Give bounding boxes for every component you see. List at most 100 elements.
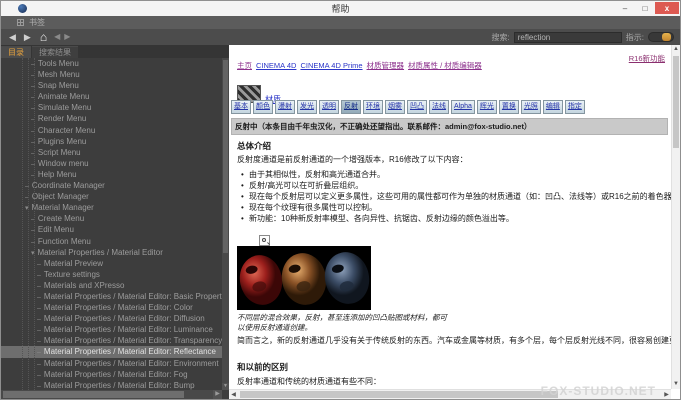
tree-dash-icon: –	[37, 349, 41, 356]
tree-item-label: Material Properties / Material Editor: R…	[44, 347, 216, 356]
material-tab-反射[interactable]: 反射	[341, 100, 361, 114]
intro-paragraph: 反射度通道是前反射通道的一个增强版本，R16修改了以下内容：	[237, 155, 680, 166]
tree-item-label: Mesh Menu	[38, 70, 80, 79]
search-input[interactable]	[514, 32, 622, 43]
contents-tree: – Tools Menu – Mesh Menu – Snap Menu – Animate …	[1, 58, 222, 390]
tree-item-label: Function Menu	[38, 237, 91, 246]
material-tab-光照[interactable]: 光照	[521, 100, 541, 114]
tree-dash-icon: –	[37, 316, 41, 323]
tree-item-label: Material Properties / Material Editor: B…	[44, 381, 195, 390]
maximize-button[interactable]: □	[635, 2, 655, 14]
next-page-button[interactable]: ▶	[62, 29, 72, 45]
material-tab-基本[interactable]: 基本	[231, 100, 251, 114]
breadcrumb-link[interactable]: 材质管理器	[367, 61, 405, 70]
material-tab-发光[interactable]: 发光	[297, 100, 317, 114]
grid-icon	[17, 19, 24, 26]
highlight-label: 指示:	[626, 32, 644, 43]
breadcrumb-link[interactable]: 材质属性 / 材质编辑器	[408, 61, 482, 70]
bullet-item: 现在每个反射层可以定义更多属性，这些可用的属性都可作为单独的材质通道（如：凹凸、…	[237, 191, 680, 202]
tree-item-label: Texture settings	[44, 270, 100, 279]
material-tab-编辑[interactable]: 编辑	[543, 100, 563, 114]
bullet-item: 新功能：10种新反射率模型、各向异性、抗锯齿、反射边缘的颜色溢出等。	[237, 213, 680, 224]
tree-item-label: Material Properties / Material Editor	[38, 248, 163, 257]
section-title-overview: 总体介绍	[237, 140, 271, 152]
toggle-thumb-icon	[662, 33, 671, 41]
content-panel: R16新功能 主页 CINEMA 4D CINEMA 4D Prime 材质管理器材质…	[229, 45, 680, 399]
tree-dash-icon: –	[37, 283, 41, 290]
tree-item-label: Script Menu	[38, 148, 81, 157]
tree-item-label: Material Preview	[44, 259, 103, 268]
window-title: 帮助	[1, 2, 680, 15]
breadcrumb: 主页 CINEMA 4D CINEMA 4D Prime 材质管理器材质属性 / 材质…	[237, 60, 486, 71]
tree-item-label: Create Menu	[38, 214, 84, 223]
tree-item-label: Material Properties / Material Editor: T…	[44, 336, 222, 345]
sidebar: 目录 搜索结果 –Tools Menu–Mesh Menu–Snap Menu–…	[1, 45, 229, 399]
prev-page-button[interactable]: ◀	[52, 29, 62, 45]
tree-item-label: Edit Menu	[38, 225, 74, 234]
tree-item-label: Plugins Menu	[38, 137, 86, 146]
tree-dash-icon: –	[37, 327, 41, 334]
menubar: 书签	[1, 16, 680, 29]
material-tab-漫射[interactable]: 漫射	[275, 100, 295, 114]
tree-dash-icon: –	[37, 361, 41, 368]
help-window: 帮助 – □ x 书签 ◀ ▶ ⌂ ◀ ▶ 搜索: 指示: 目录 搜索结果	[0, 0, 681, 400]
magnifier-icon[interactable]	[259, 235, 270, 246]
figure-caption: 不同层的混合效果，反射，甚至连添加的凹凸贴图或材料，都可以使用反射通道创建。	[237, 313, 449, 332]
tree-dash-icon: –	[37, 272, 41, 279]
tree-item-label: Material Properties / Material Editor: D…	[44, 314, 205, 323]
material-tab-烟雾[interactable]: 烟雾	[385, 100, 405, 114]
breadcrumb-link[interactable]: CINEMA 4D Prime	[300, 61, 362, 70]
tree-item-label: Simulate Menu	[38, 103, 91, 112]
summary-paragraph: 简而言之，新的反射通道几乎没有关于传统反射的东西。汽车或金属等材质，有多个层，每…	[237, 336, 680, 347]
fox-studio-watermark: FOX-STUDIO.NET	[541, 384, 656, 398]
highlight-toggle[interactable]	[648, 32, 674, 42]
tree-item-label: Coordinate Manager	[32, 181, 105, 190]
breadcrumb-link[interactable]: CINEMA 4D	[256, 61, 296, 70]
tree-dash-icon: –	[37, 372, 41, 379]
tree-item-label: Character Menu	[38, 126, 95, 135]
tree-item-label: Help Menu	[38, 170, 77, 179]
tab-contents[interactable]: 目录	[1, 46, 31, 58]
bullet-item: 反射/高光可以在可折叠层组织。	[237, 180, 680, 191]
tree-dash-icon: –	[37, 383, 41, 390]
material-tab-颜色[interactable]: 颜色	[253, 100, 273, 114]
tree-item-label: Material Properties / Material Editor: E…	[44, 359, 219, 368]
material-tab-法线[interactable]: 法线	[429, 100, 449, 114]
material-tab-置换[interactable]: 置换	[499, 100, 519, 114]
bullet-item: 由于其相似性，反射和高光通道合并。	[237, 169, 680, 180]
sidebar-vertical-scrollbar[interactable]: ▼	[222, 58, 229, 390]
close-button[interactable]: x	[655, 2, 679, 14]
material-tab-Alpha[interactable]: Alpha	[451, 100, 475, 114]
tree-item-label: Material Manager	[32, 203, 94, 212]
tree-dash-icon: –	[37, 294, 41, 301]
section-title-differences: 和以前的区别	[237, 361, 288, 373]
tree-item-label: Tools Menu	[38, 59, 79, 68]
tree-dash-icon: –	[37, 338, 41, 345]
breadcrumb-link[interactable]: 主页	[237, 61, 252, 70]
reflectance-example-image[interactable]	[237, 246, 371, 310]
back-button[interactable]: ◀	[5, 29, 20, 45]
tree-item-label: Animate Menu	[38, 92, 90, 101]
material-tab-指定[interactable]: 指定	[565, 100, 585, 114]
tab-search-results[interactable]: 搜索结果	[32, 46, 78, 58]
r16-new-feature-link[interactable]: R16新功能	[629, 53, 665, 64]
material-tab-凹凸[interactable]: 凹凸	[407, 100, 427, 114]
material-tab-透明[interactable]: 透明	[319, 100, 339, 114]
minimize-button[interactable]: –	[615, 2, 635, 14]
tree-item-label: Snap Menu	[38, 81, 79, 90]
content-vertical-scrollbar[interactable]: ▲ ▼	[671, 45, 680, 389]
forward-button[interactable]: ▶	[20, 29, 35, 45]
sidebar-horizontal-scrollbar[interactable]: ▶	[1, 390, 222, 399]
tree-dash-icon: –	[37, 261, 41, 268]
material-channel-tabs: 基本颜色漫射发光透明反射环境烟雾凹凸法线Alpha辉光置换光照编辑指定	[231, 100, 585, 114]
home-icon[interactable]: ⌂	[35, 29, 52, 45]
feature-bullet-list: 由于其相似性，反射和高光通道合并。反射/高光可以在可折叠层组织。现在每个反射层可…	[237, 169, 680, 224]
tree-item-label: Material Properties / Material Editor: L…	[44, 325, 213, 334]
menu-bookmarks[interactable]: 书签	[29, 17, 45, 28]
material-tab-环境[interactable]: 环境	[363, 100, 383, 114]
page-title-banner: 反射中（本条目由千年虫汉化，不正确处还望指出。联系邮件：admin@fox-st…	[231, 118, 668, 135]
toolbar: ◀ ▶ ⌂ ◀ ▶ 搜索: 指示:	[1, 29, 680, 45]
material-tab-辉光[interactable]: 辉光	[477, 100, 497, 114]
tree-dash-icon: –	[37, 305, 41, 312]
tree-item-label: Materials and XPresso	[44, 281, 124, 290]
